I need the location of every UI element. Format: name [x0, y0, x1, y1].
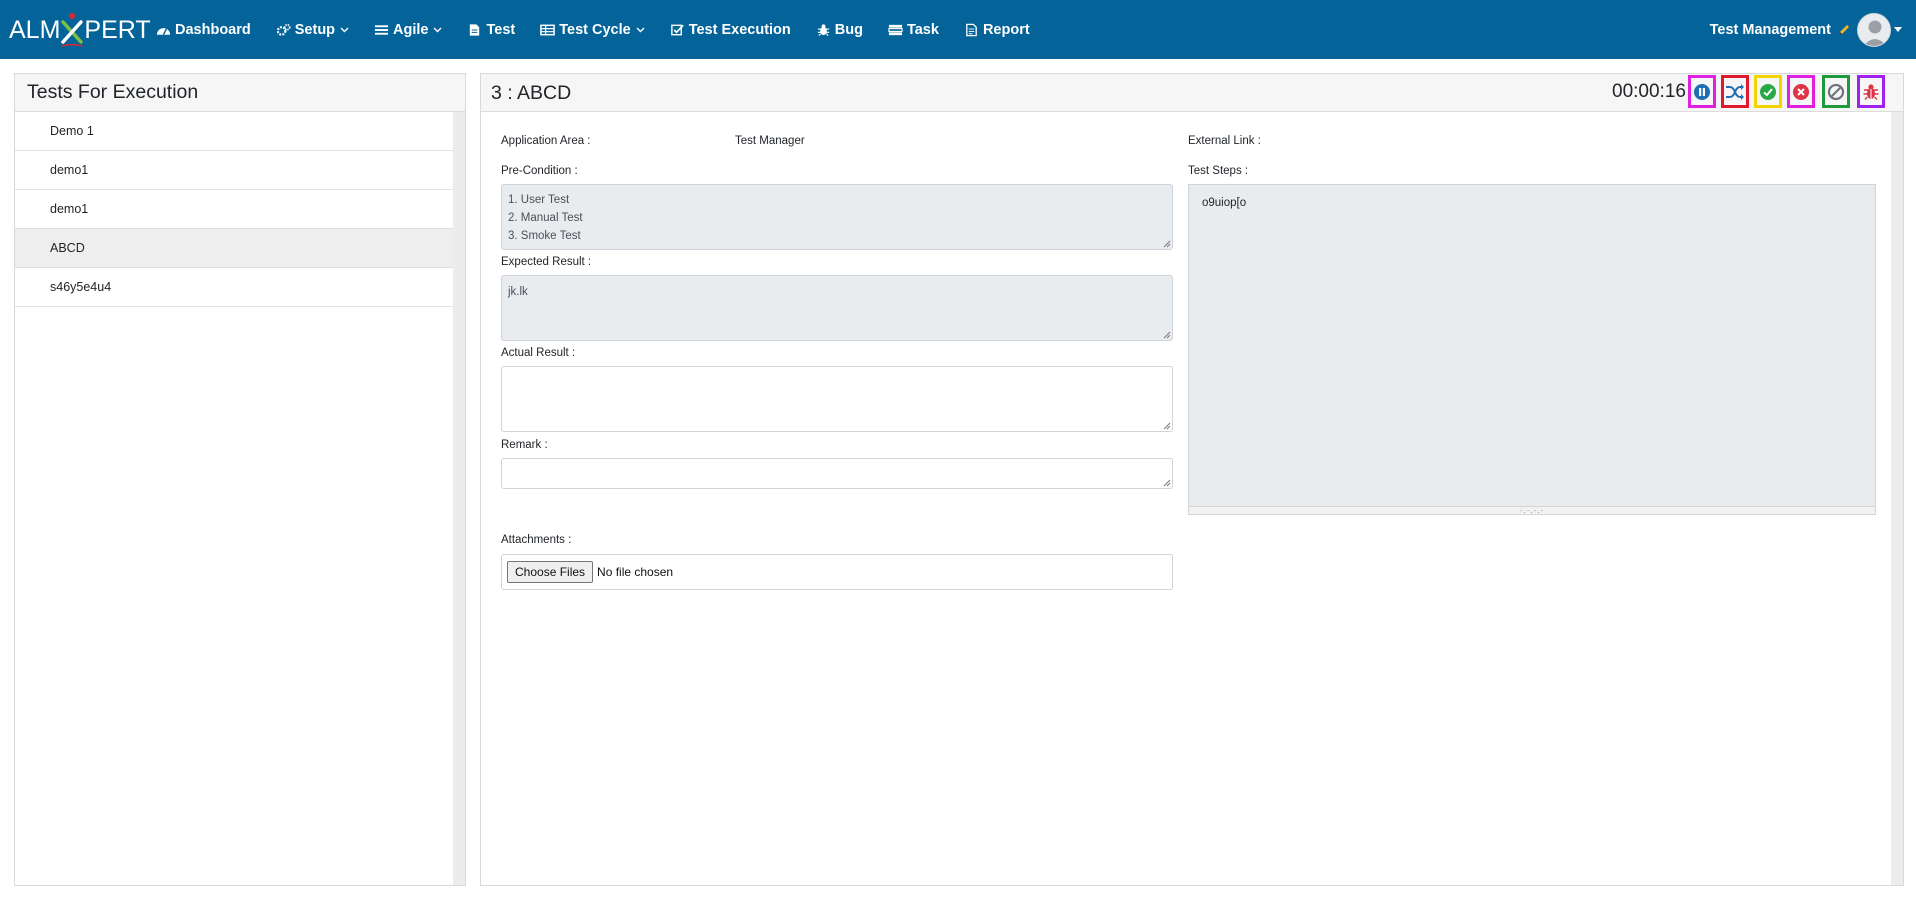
shuffle-icon — [1726, 83, 1744, 100]
nav-test-execution-label: Test Execution — [688, 21, 791, 38]
actual-result-input[interactable] — [501, 366, 1173, 432]
test-list-item[interactable]: s46y5e4u4 — [15, 268, 455, 307]
precondition-label: Pre-Condition : — [501, 165, 578, 177]
report-icon — [966, 23, 977, 36]
fail-button[interactable] — [1787, 75, 1815, 108]
blocked-button[interactable] — [1822, 75, 1850, 108]
chevron-down-icon — [340, 27, 349, 32]
project-name: Test Management — [1709, 21, 1831, 38]
nav-agile[interactable]: Agile — [374, 22, 442, 38]
choose-files-button[interactable]: Choose Files — [507, 561, 594, 583]
nav-task[interactable]: Task — [888, 22, 939, 38]
actual-result-label: Actual Result : — [501, 347, 576, 359]
detail-title: 3 : ABCD — [491, 82, 572, 104]
chevron-down-icon — [433, 27, 442, 32]
nav-test-cycle-label: Test Cycle — [559, 21, 631, 38]
editor-resize-bar[interactable]: ·.·.·.· — [1189, 506, 1875, 515]
bug-icon — [817, 23, 829, 36]
brand-text-right: PERT — [84, 15, 151, 44]
brand-logo[interactable]: ALM PERT — [9, 12, 151, 48]
test-detail-panel: 3 : ABCD 00:00:16 Application Area : Tes… — [480, 73, 1904, 886]
brand-text-left: ALM — [9, 15, 61, 44]
attachments-input: Choose Files No file chosen — [501, 554, 1173, 590]
test-list: Demo 1 demo1 demo1 ABCD s46y5e4u4 — [15, 112, 455, 307]
nav-agile-label: Agile — [393, 21, 429, 38]
cogs-icon — [276, 23, 291, 36]
remark-label: Remark : — [501, 439, 548, 451]
chevron-down-icon — [636, 27, 645, 32]
nav-report[interactable]: Report — [964, 22, 1030, 38]
bug-icon — [1863, 83, 1879, 100]
application-area-label: Application Area : — [501, 135, 591, 147]
nav-bug-label: Bug — [834, 21, 863, 38]
shuffle-button[interactable] — [1721, 75, 1749, 108]
pass-button[interactable] — [1754, 75, 1782, 108]
nav-bug[interactable]: Bug — [816, 22, 863, 38]
nav-test[interactable]: Test — [467, 22, 515, 38]
file-icon — [470, 23, 480, 36]
table-icon — [540, 24, 556, 35]
tests-for-execution-panel: Tests For Execution Demo 1 demo1 demo1 A… — [14, 73, 466, 886]
left-panel-title: Tests For Execution — [27, 81, 199, 103]
execution-timer: 00:00:16 — [1612, 81, 1686, 102]
left-panel-header: Tests For Execution — [15, 74, 465, 112]
precondition-line: 3. Smoke Test — [508, 230, 581, 242]
user-icon — [1863, 20, 1887, 46]
nav-dashboard[interactable]: Dashboard — [156, 22, 251, 38]
test-steps-label: Test Steps : — [1188, 165, 1249, 177]
nav-test-label: Test — [486, 21, 516, 38]
test-list-item[interactable]: Demo 1 — [15, 112, 455, 151]
remark-input[interactable] — [501, 458, 1173, 489]
expected-result-label: Expected Result : — [501, 256, 592, 268]
file-status-text: No file chosen — [597, 565, 674, 579]
top-navbar: ALM PERT Dashboard Setup Agile Test Test… — [0, 0, 1916, 59]
nav-report-label: Report — [982, 21, 1030, 38]
x-circle-icon — [1793, 83, 1809, 100]
test-steps-value: o9uiop[o — [1202, 197, 1247, 209]
ban-icon — [1827, 83, 1845, 100]
main-menu: Dashboard Setup Agile Test Test Cycle Te… — [156, 0, 1055, 59]
avatar[interactable] — [1857, 12, 1891, 47]
nav-test-cycle[interactable]: Test Cycle — [540, 21, 645, 38]
expected-result-value: jk.lk — [508, 286, 528, 298]
test-list-item[interactable]: demo1 — [15, 151, 455, 190]
external-link-label: External Link : — [1188, 135, 1261, 147]
resize-grip-icon[interactable] — [1162, 239, 1171, 248]
check-circle-icon — [1760, 83, 1776, 100]
pause-button[interactable] — [1688, 75, 1716, 108]
expected-result-field[interactable]: jk.lk — [501, 275, 1173, 341]
nav-test-execution[interactable]: Test Execution — [670, 22, 791, 38]
pause-icon — [1694, 83, 1710, 100]
resize-grip-icon[interactable] — [1162, 421, 1171, 430]
list-icon — [374, 24, 389, 35]
attachments-label: Attachments : — [501, 534, 572, 546]
tasks-icon — [888, 24, 903, 35]
test-list-item-selected[interactable]: ABCD — [15, 229, 455, 268]
application-area-value: Test Manager — [735, 135, 805, 147]
pencil-icon[interactable] — [1837, 23, 1851, 37]
left-scrollbar[interactable] — [453, 112, 465, 885]
nav-setup[interactable]: Setup — [276, 22, 349, 38]
test-list-item[interactable]: demo1 — [15, 190, 455, 229]
detail-header: 3 : ABCD 00:00:16 — [481, 74, 1903, 112]
resize-grip-icon[interactable] — [1162, 478, 1171, 487]
check-square-icon — [670, 24, 684, 35]
right-scrollbar[interactable] — [1891, 112, 1903, 885]
nav-task-label: Task — [906, 21, 939, 38]
precondition-line: 1. User Test — [508, 194, 570, 206]
test-steps-editor[interactable]: o9uiop[o ·.·.·.· — [1188, 184, 1876, 515]
project-selector[interactable]: Test Management — [1710, 0, 1902, 59]
precondition-line: 2. Manual Test — [508, 212, 583, 224]
nav-setup-label: Setup — [294, 21, 336, 38]
precondition-field[interactable]: 1. User Test 2. Manual Test 3. Smoke Tes… — [501, 184, 1173, 250]
caret-down-icon[interactable] — [1894, 27, 1902, 32]
nav-dashboard-label: Dashboard — [175, 21, 251, 38]
dashboard-icon — [156, 27, 171, 35]
brand-x-icon — [60, 12, 84, 48]
resize-grip-icon[interactable] — [1162, 330, 1171, 339]
log-bug-button[interactable] — [1857, 75, 1885, 108]
